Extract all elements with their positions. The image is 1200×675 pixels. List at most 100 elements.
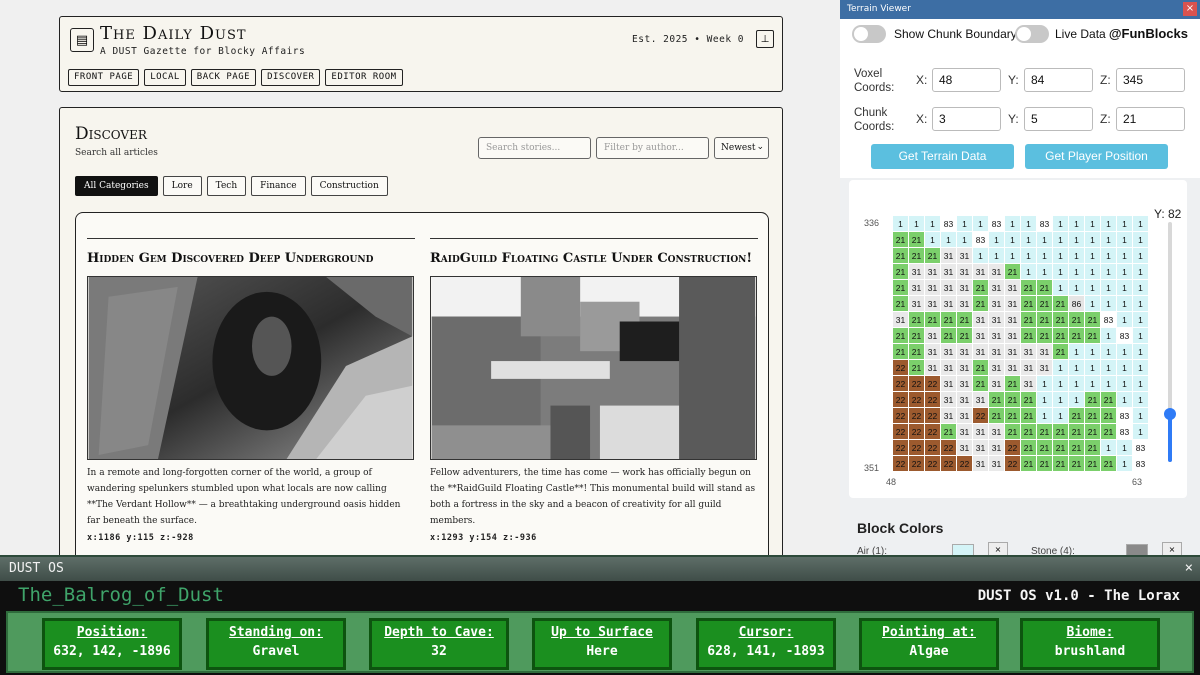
voxel-cell[interactable]: 31	[1036, 343, 1053, 360]
voxel-cell[interactable]: 21	[924, 311, 941, 328]
voxel-cell[interactable]: 1	[1116, 247, 1133, 264]
voxel-cell[interactable]: 21	[1020, 407, 1037, 424]
voxel-cell[interactable]: 1	[1068, 343, 1085, 360]
nav-back-page[interactable]: BACK PAGE	[190, 69, 257, 86]
get-player-position-button[interactable]: Get Player Position	[1025, 144, 1168, 169]
voxel-cell[interactable]: 21	[1036, 455, 1053, 472]
voxel-cell[interactable]: 1	[1052, 375, 1069, 392]
voxel-cell[interactable]: 21	[1020, 295, 1037, 312]
category-finance[interactable]: Finance	[251, 176, 306, 196]
voxel-cell[interactable]: 22	[892, 391, 909, 408]
voxel-cell[interactable]: 31	[972, 327, 989, 344]
voxel-cell[interactable]: 21	[956, 327, 973, 344]
terrain-grid[interactable]: 1 1 1 83 1 1 83 1 1 83 1 1 1 1 1 1 21 21 1 1 1 83 1 1 1 1 1 1 1 1 1 1 21…	[892, 215, 1149, 472]
category-tech[interactable]: Tech	[206, 176, 247, 196]
voxel-cell[interactable]: 21	[972, 295, 989, 312]
voxel-cell[interactable]: 21	[1100, 455, 1117, 472]
voxel-cell[interactable]: 31	[988, 423, 1005, 440]
voxel-cell[interactable]: 22	[924, 375, 941, 392]
voxel-cell[interactable]: 1	[1100, 295, 1117, 312]
voxel-cell[interactable]: 1	[1068, 263, 1085, 280]
voxel-cell[interactable]: 21	[892, 279, 909, 296]
voxel-cell[interactable]: 21	[908, 247, 925, 264]
voxel-cell[interactable]: 1	[1004, 231, 1021, 248]
voxel-cell[interactable]: 83	[1116, 407, 1133, 424]
voxel-cell[interactable]: 1	[908, 215, 925, 232]
voxel-cell[interactable]: 21	[1084, 311, 1101, 328]
voxel-cell[interactable]: 21	[1004, 375, 1021, 392]
voxel-cell[interactable]: 1	[1116, 295, 1133, 312]
voxel-cell[interactable]: 31	[892, 311, 909, 328]
voxel-cell[interactable]: 1	[1052, 359, 1069, 376]
voxel-cell[interactable]: 21	[1068, 455, 1085, 472]
voxel-cell[interactable]: 1	[1100, 279, 1117, 296]
voxel-cell[interactable]: 22	[972, 407, 989, 424]
voxel-cell[interactable]: 22	[908, 439, 925, 456]
voxel-cell[interactable]: 83	[1100, 311, 1117, 328]
voxel-cell[interactable]: 21	[1020, 455, 1037, 472]
voxel-cell[interactable]: 31	[1020, 343, 1037, 360]
voxel-cell[interactable]: 31	[988, 439, 1005, 456]
voxel-cell[interactable]: 1	[1132, 375, 1149, 392]
voxel-cell[interactable]: 1	[1132, 407, 1149, 424]
voxel-cell[interactable]: 1	[1116, 279, 1133, 296]
voxel-cell[interactable]: 21	[1052, 439, 1069, 456]
nav-local[interactable]: LOCAL	[144, 69, 186, 86]
voxel-cell[interactable]: 83	[940, 215, 957, 232]
voxel-cell[interactable]: 31	[956, 391, 973, 408]
voxel-cell[interactable]: 21	[892, 263, 909, 280]
voxel-cell[interactable]: 1	[1116, 215, 1133, 232]
voxel-cell[interactable]: 1	[1132, 295, 1149, 312]
voxel-y-input[interactable]: 84	[1024, 68, 1093, 92]
voxel-cell[interactable]: 1	[1132, 215, 1149, 232]
voxel-cell[interactable]: 1	[1084, 375, 1101, 392]
voxel-cell[interactable]: 22	[940, 439, 957, 456]
voxel-cell[interactable]: 22	[892, 455, 909, 472]
voxel-cell[interactable]: 21	[1068, 407, 1085, 424]
voxel-cell[interactable]: 21	[1084, 407, 1101, 424]
voxel-cell[interactable]: 21	[1020, 391, 1037, 408]
voxel-cell[interactable]: 21	[1068, 327, 1085, 344]
voxel-cell[interactable]: 21	[1052, 295, 1069, 312]
voxel-cell[interactable]: 21	[1036, 279, 1053, 296]
voxel-cell[interactable]: 83	[1132, 455, 1149, 472]
voxel-cell[interactable]: 31	[940, 295, 957, 312]
voxel-cell[interactable]: 31	[956, 263, 973, 280]
voxel-cell[interactable]: 31	[908, 279, 925, 296]
voxel-cell[interactable]: 21	[1004, 407, 1021, 424]
voxel-cell[interactable]: 31	[940, 343, 957, 360]
voxel-cell[interactable]: 31	[956, 279, 973, 296]
voxel-cell[interactable]: 22	[908, 455, 925, 472]
voxel-cell[interactable]: 22	[924, 391, 941, 408]
close-icon[interactable]: ×	[988, 542, 1008, 555]
voxel-cell[interactable]: 31	[988, 359, 1005, 376]
voxel-cell[interactable]: 21	[1036, 295, 1053, 312]
voxel-cell[interactable]: 21	[1052, 343, 1069, 360]
voxel-x-input[interactable]: 48	[932, 68, 1001, 92]
voxel-cell[interactable]: 21	[908, 359, 925, 376]
voxel-cell[interactable]: 21	[908, 327, 925, 344]
voxel-cell[interactable]: 22	[892, 359, 909, 376]
voxel-cell[interactable]: 1	[892, 215, 909, 232]
voxel-cell[interactable]: 1	[1068, 231, 1085, 248]
voxel-cell[interactable]: 31	[956, 247, 973, 264]
voxel-cell[interactable]: 31	[924, 295, 941, 312]
article-card[interactable]: RaidGuild Floating Castle Under Construc…	[430, 238, 758, 543]
voxel-cell[interactable]: 1	[1132, 423, 1149, 440]
voxel-cell[interactable]: 1	[1116, 311, 1133, 328]
voxel-cell[interactable]: 31	[988, 263, 1005, 280]
voxel-cell[interactable]: 1	[1116, 391, 1133, 408]
category-construction[interactable]: Construction	[310, 176, 388, 196]
voxel-cell[interactable]: 21	[1020, 327, 1037, 344]
voxel-cell[interactable]: 31	[908, 295, 925, 312]
voxel-cell[interactable]: 1	[1116, 263, 1133, 280]
close-icon[interactable]: ×	[1185, 560, 1193, 576]
voxel-cell[interactable]: 21	[972, 375, 989, 392]
voxel-cell[interactable]: 31	[956, 407, 973, 424]
voxel-cell[interactable]: 1	[1052, 407, 1069, 424]
voxel-cell[interactable]: 1	[1100, 439, 1117, 456]
voxel-cell[interactable]: 31	[940, 407, 957, 424]
voxel-cell[interactable]: 21	[892, 247, 909, 264]
y-level-slider[interactable]	[1164, 222, 1176, 462]
nav-editor-room[interactable]: EDITOR ROOM	[325, 69, 403, 86]
